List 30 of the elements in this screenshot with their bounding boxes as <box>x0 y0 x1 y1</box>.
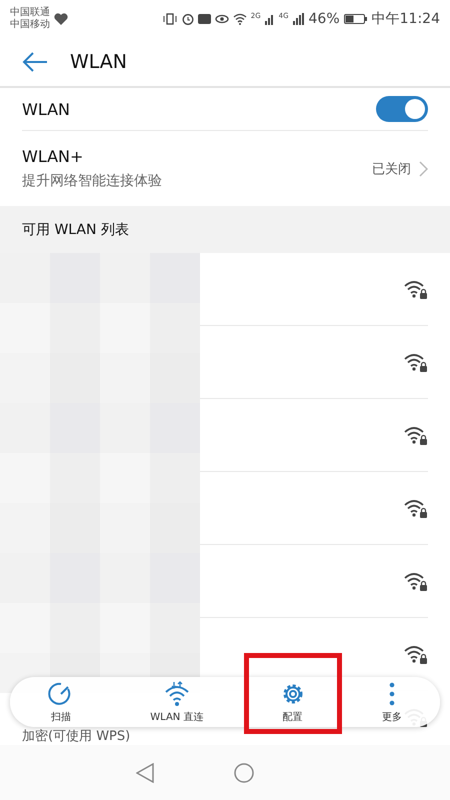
eye-icon <box>214 13 229 25</box>
carrier-name: 中国移动 <box>10 19 50 31</box>
clock-time: 中午11:24 <box>372 10 440 28</box>
signal-icon <box>292 13 305 25</box>
network-security: 加密(可使用 WPS) <box>22 728 132 745</box>
vibrate-icon <box>162 13 178 25</box>
page-title: WLAN <box>70 51 128 73</box>
back-icon[interactable] <box>22 52 48 72</box>
battery-icon <box>344 13 368 25</box>
battery-percent: 46% <box>308 11 340 27</box>
wifi-arrows-icon <box>164 680 190 706</box>
signal-icon <box>264 13 275 25</box>
setting-label: WLAN+ <box>22 147 84 166</box>
toolbar-button[interactable]: 配置 <box>274 680 312 724</box>
toolbar-button[interactable]: 更多 <box>376 680 408 724</box>
toolbar-button[interactable]: WLAN 直连 <box>144 680 210 724</box>
carrier-name: 中国联通 <box>10 7 50 18</box>
section-header: 可用 WLAN 列表 <box>0 206 450 253</box>
setting-label: WLAN <box>22 100 70 118</box>
home-nav-icon <box>234 762 254 782</box>
chevron-icon <box>419 160 428 176</box>
setting-description: 提升网络智能连接体验 <box>22 172 163 190</box>
back-nav-icon <box>136 762 154 782</box>
toggle-switch[interactable] <box>376 96 428 122</box>
setting-value: 已关闭 <box>372 160 411 178</box>
more-icon <box>388 680 395 706</box>
wifi-icon <box>232 13 247 25</box>
heart-icon <box>54 13 68 25</box>
alarm-icon <box>182 13 194 25</box>
toolbar-button[interactable]: 扫描 <box>42 680 80 724</box>
